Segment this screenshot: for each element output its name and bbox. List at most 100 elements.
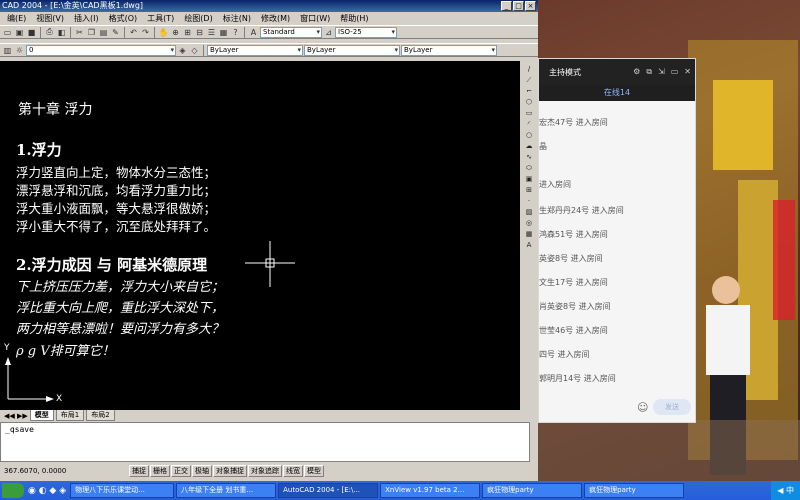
match-icon[interactable]: ✎: [110, 27, 121, 38]
chat-message: 晶: [539, 142, 547, 151]
undo-icon[interactable]: ↶: [128, 27, 139, 38]
polar-toggle[interactable]: 极轴: [192, 465, 212, 477]
menu-dimension[interactable]: 标注(N): [218, 13, 256, 24]
hatch-icon[interactable]: ▨: [522, 207, 536, 217]
start-icon[interactable]: [2, 483, 24, 498]
spline-icon[interactable]: ∿: [522, 152, 536, 162]
task-item[interactable]: 物理八下乐乐课堂动...: [70, 483, 175, 498]
emoji-icon[interactable]: ☺: [637, 401, 648, 414]
pan-icon[interactable]: ✋: [158, 27, 169, 38]
tab-model[interactable]: 模型: [29, 410, 54, 421]
menu-view[interactable]: 视图(V): [31, 13, 69, 24]
task-item[interactable]: XnView v1.97 beta 2...: [380, 483, 481, 498]
linetype-select[interactable]: ByLayer: [304, 44, 400, 56]
chat-message: 进入房间: [539, 180, 571, 189]
tab-layout1[interactable]: 布局1: [55, 410, 85, 421]
ellipse-icon[interactable]: ⬭: [522, 163, 536, 173]
pline-icon[interactable]: ⌐: [522, 86, 536, 96]
insert-block-icon[interactable]: ⊞: [522, 185, 536, 195]
chat-message: 肖英姿8号 进入房间: [539, 302, 611, 311]
menu-help[interactable]: 帮助(H): [335, 13, 373, 24]
zoom-icon[interactable]: ⊕: [170, 27, 181, 38]
otrack-toggle[interactable]: 对象追踪: [248, 465, 282, 477]
copy-icon[interactable]: ❐: [86, 27, 97, 38]
arc-icon[interactable]: ◜: [522, 119, 536, 129]
layer-select[interactable]: 0: [26, 44, 176, 56]
settings-icon[interactable]: ⚙: [633, 67, 640, 77]
command-line[interactable]: _qsave: [0, 422, 530, 462]
pin-icon[interactable]: ⇲: [658, 67, 665, 77]
cut-icon[interactable]: ✂: [74, 27, 85, 38]
minimize-button[interactable]: _: [501, 1, 512, 11]
menu-draw[interactable]: 绘图(D): [179, 13, 217, 24]
preview-icon[interactable]: ◧: [56, 27, 67, 38]
circle-icon[interactable]: ○: [522, 130, 536, 140]
menu-insert[interactable]: 插入(I): [69, 13, 104, 24]
table-icon[interactable]: ▦: [522, 229, 536, 239]
region-icon[interactable]: ◎: [522, 218, 536, 228]
title-bar[interactable]: CAD 2004 - [E:\金英\CAD黑板1.dwg] _ □ ×: [0, 0, 538, 12]
snap-toggle[interactable]: 捕捉: [129, 465, 149, 477]
ortho-toggle[interactable]: 正交: [171, 465, 191, 477]
chat-message: 四号 进入房间: [539, 350, 590, 359]
model-toggle[interactable]: 模型: [304, 465, 324, 477]
color-select[interactable]: ByLayer: [207, 44, 303, 56]
menu-modify[interactable]: 修改(M): [256, 13, 295, 24]
quicklaunch-icons[interactable]: ◉ ◐ ◆ ◈: [26, 486, 68, 496]
new-icon[interactable]: ▭: [2, 27, 13, 38]
task-item[interactable]: 疯狂物理party: [584, 483, 685, 498]
text-style-select[interactable]: Standard: [260, 26, 322, 38]
make-current-icon[interactable]: ◈: [177, 45, 188, 56]
layer-prev-icon[interactable]: ◇: [189, 45, 200, 56]
divider: [40, 26, 41, 38]
task-item[interactable]: AutoCAD 2004 - [E:\...: [278, 483, 379, 498]
coordinate-readout: 367.6070, 0.0000: [4, 467, 67, 475]
mtext-icon[interactable]: A: [522, 240, 536, 250]
chat-message: 文生17号 进入房间: [539, 278, 608, 287]
lineweight-select[interactable]: ByLayer: [401, 44, 497, 56]
rectangle-icon[interactable]: ▭: [522, 108, 536, 118]
menu-edit[interactable]: 编(E): [2, 13, 31, 24]
status-bar: 367.6070, 0.0000 捕捉 栅格 正交 极轴 对象捕捉 对象追踪 线…: [0, 464, 538, 478]
print-icon[interactable]: ⎙: [44, 27, 55, 38]
block-icon[interactable]: ▣: [522, 174, 536, 184]
dim-style-select[interactable]: ISO-25: [335, 26, 397, 38]
cloud-icon[interactable]: ☁: [522, 141, 536, 151]
popout-icon[interactable]: ⧉: [646, 67, 652, 77]
layer-manager-icon[interactable]: ▥: [2, 45, 13, 56]
help-icon[interactable]: ?: [230, 27, 241, 38]
send-button[interactable]: 发送: [653, 399, 691, 415]
line-icon[interactable]: /: [522, 64, 536, 74]
menu-format[interactable]: 格式(O): [104, 13, 143, 24]
layers-toolbar: ▥ ☼ 0 ◈ ◇ ByLayer ByLayer ByLayer: [0, 43, 538, 57]
close-icon[interactable]: ✕: [684, 67, 691, 77]
menu-tools[interactable]: 工具(T): [142, 13, 179, 24]
zoom-prev-icon[interactable]: ⊟: [194, 27, 205, 38]
task-item[interactable]: 疯狂物理party: [482, 483, 583, 498]
tab-layout2[interactable]: 布局2: [86, 410, 115, 421]
divider: [154, 26, 155, 38]
tab-nav-icon[interactable]: ◀◀ ▶▶: [4, 412, 28, 420]
task-item[interactable]: 八年级下全册 划书重...: [176, 483, 277, 498]
xline-icon[interactable]: ⟋: [522, 75, 536, 85]
maximize-button[interactable]: □: [513, 1, 524, 11]
lineweight-toggle[interactable]: 线宽: [283, 465, 303, 477]
osnap-toggle[interactable]: 对象捕捉: [213, 465, 247, 477]
grid-toggle[interactable]: 栅格: [150, 465, 170, 477]
paste-icon[interactable]: ▤: [98, 27, 109, 38]
system-tray[interactable]: ◀ 中: [771, 481, 800, 500]
minimize-icon[interactable]: ▭: [671, 67, 679, 77]
redo-icon[interactable]: ↷: [140, 27, 151, 38]
menu-window[interactable]: 窗口(W): [295, 13, 335, 24]
point-icon[interactable]: ·: [522, 196, 536, 206]
design-center-icon[interactable]: ▦: [218, 27, 229, 38]
save-icon[interactable]: ■: [26, 27, 37, 38]
zoom-window-icon[interactable]: ⊞: [182, 27, 193, 38]
close-button[interactable]: ×: [525, 1, 536, 11]
properties-icon[interactable]: ☰: [206, 27, 217, 38]
open-icon[interactable]: ▣: [14, 27, 25, 38]
window-title: CAD 2004 - [E:\金英\CAD黑板1.dwg]: [2, 1, 144, 10]
polygon-icon[interactable]: ⬡: [522, 97, 536, 107]
online-tab[interactable]: 在线14: [539, 85, 695, 101]
drawing-area[interactable]: 第十章 浮力 1.浮力 浮力竖直向上定，物体水分三态性； 漂浮悬浮和沉底，均看浮…: [0, 61, 520, 410]
